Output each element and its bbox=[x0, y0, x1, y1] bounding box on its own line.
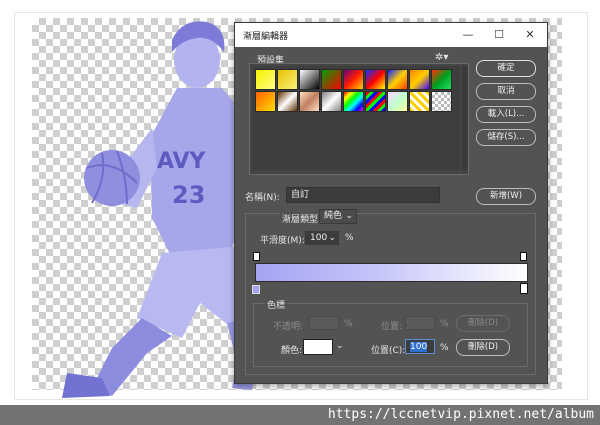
chevron-down-icon: ⌄ bbox=[345, 211, 353, 221]
preset-swatch[interactable] bbox=[299, 91, 320, 112]
color-location-value: 100 bbox=[410, 342, 428, 352]
preset-swatch[interactable] bbox=[409, 91, 430, 112]
color-stop-right-selected[interactable] bbox=[520, 283, 528, 294]
stops-group bbox=[253, 303, 528, 367]
color-location-label: 位置(C): bbox=[371, 346, 406, 356]
chevron-down-icon: ⌄ bbox=[328, 233, 336, 243]
gradient-type-label: 漸層類型: bbox=[280, 212, 324, 225]
gradient-type-value: 純色 bbox=[324, 211, 343, 221]
new-button[interactable]: 新增(W) bbox=[476, 188, 536, 205]
preset-swatch[interactable] bbox=[321, 91, 342, 112]
opacity-input bbox=[309, 316, 339, 330]
minimize-button[interactable]: — bbox=[459, 27, 477, 43]
color-delete-button[interactable]: 刪除(D) bbox=[456, 339, 510, 356]
color-location-input[interactable]: 100 bbox=[405, 339, 435, 354]
cancel-button[interactable]: 取消 bbox=[476, 83, 536, 100]
preset-swatch[interactable] bbox=[255, 91, 276, 112]
name-input[interactable]: 自訂 bbox=[286, 187, 440, 203]
opacity-stop-right[interactable] bbox=[520, 252, 527, 261]
preset-swatch[interactable] bbox=[431, 69, 452, 90]
preset-swatch[interactable] bbox=[277, 69, 298, 90]
maximize-button[interactable]: ☐ bbox=[490, 27, 508, 43]
opacity-delete-button: 刪除(D) bbox=[456, 315, 510, 332]
opacity-stop-left[interactable] bbox=[253, 252, 260, 261]
preset-swatch[interactable] bbox=[299, 69, 320, 90]
stops-group-label: 色標 bbox=[265, 298, 288, 311]
watermark-bar: https://lccnetvip.pixnet.net/album bbox=[0, 405, 600, 425]
opacity-location-label: 位置: bbox=[381, 322, 403, 332]
opacity-location-input bbox=[405, 316, 435, 330]
opacity-unit: % bbox=[344, 319, 353, 329]
preset-swatch[interactable] bbox=[431, 91, 452, 112]
close-button[interactable]: ✕ bbox=[521, 27, 539, 43]
watermark-text: https://lccnetvip.pixnet.net/album bbox=[327, 407, 594, 422]
svg-text:AVY: AVY bbox=[157, 149, 207, 174]
preset-swatch[interactable] bbox=[343, 91, 364, 112]
smoothness-unit: % bbox=[345, 233, 354, 243]
dialog-titlebar[interactable]: 漸層編輯器 — ☐ ✕ bbox=[235, 23, 547, 47]
save-button[interactable]: 儲存(S)... bbox=[476, 129, 536, 146]
preset-swatch[interactable] bbox=[255, 69, 276, 90]
color-location-unit: % bbox=[440, 343, 449, 353]
preset-swatch[interactable] bbox=[365, 91, 386, 112]
color-swatch[interactable] bbox=[303, 339, 333, 355]
smoothness-input[interactable]: 100 ⌄ bbox=[305, 231, 339, 245]
preset-swatch[interactable] bbox=[343, 69, 364, 90]
preset-swatch[interactable] bbox=[277, 91, 298, 112]
name-label: 名稱(N): bbox=[245, 193, 280, 203]
preset-swatch[interactable] bbox=[365, 69, 386, 90]
preset-swatch[interactable] bbox=[321, 69, 342, 90]
color-stop-left[interactable] bbox=[252, 285, 260, 294]
opacity-location-unit: % bbox=[440, 319, 449, 329]
gradient-preview-bar[interactable] bbox=[255, 263, 528, 282]
color-label: 顏色: bbox=[281, 346, 303, 356]
svg-text:23: 23 bbox=[172, 181, 205, 209]
smoothness-label: 平滑度(M): bbox=[260, 236, 305, 246]
gear-icon[interactable]: ✲▾ bbox=[435, 52, 448, 63]
preset-swatch[interactable] bbox=[387, 91, 408, 112]
presets-panel bbox=[249, 63, 469, 175]
dialog-title: 漸層編輯器 bbox=[243, 32, 289, 42]
smoothness-value: 100 bbox=[310, 233, 328, 243]
opacity-label: 不透明: bbox=[273, 322, 304, 332]
presets-scrollbar[interactable] bbox=[462, 66, 467, 170]
ok-button[interactable]: 確定 bbox=[476, 60, 536, 77]
gradient-type-dropdown[interactable]: 純色 ⌄ bbox=[319, 209, 357, 224]
preset-swatch[interactable] bbox=[387, 69, 408, 90]
load-button[interactable]: 載入(L)... bbox=[476, 106, 536, 123]
chevron-down-icon[interactable]: ⌄ bbox=[336, 341, 344, 351]
presets-grid bbox=[252, 66, 460, 170]
preset-swatch[interactable] bbox=[409, 69, 430, 90]
gradient-editor-dialog: 漸層編輯器 — ☐ ✕ 預設集 ✲▾ 確定 取消 載入(L)... 儲存(S).… bbox=[234, 22, 548, 384]
